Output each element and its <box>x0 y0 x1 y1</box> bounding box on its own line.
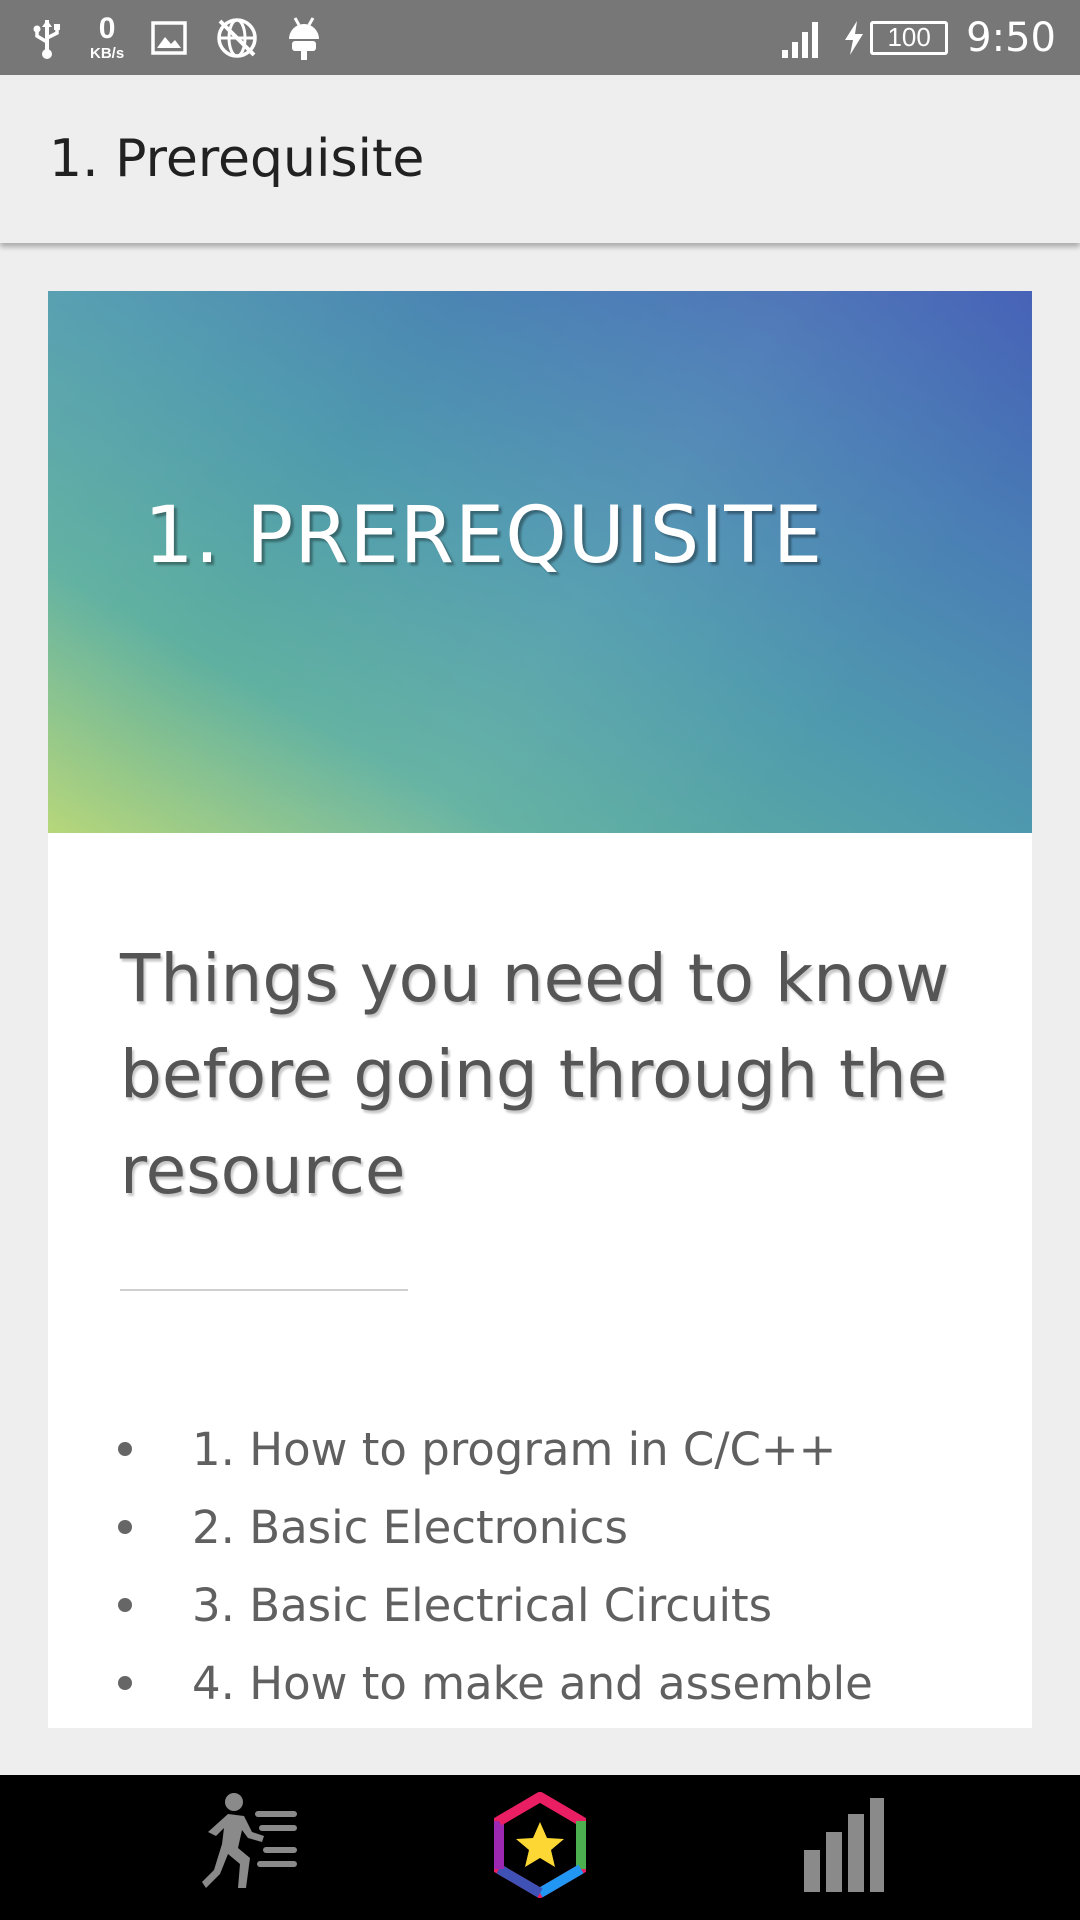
network-speed-unit: KB/s <box>90 45 125 62</box>
banner-title: 1. PREREQUISITE <box>144 491 824 581</box>
divider <box>120 1289 408 1291</box>
list-item-text: 4. How to make and assemble <box>192 1656 873 1710</box>
lesson-banner: 1. PREREQUISITE <box>48 291 1032 833</box>
list-item: 1. How to program in C/C++ <box>48 1410 1032 1488</box>
app-bar: 1. Prerequisite <box>0 75 1080 243</box>
bullet <box>118 1520 132 1534</box>
list-item: 4. How to make and assemble <box>48 1644 1032 1722</box>
page-title: 1. Prerequisite <box>49 129 425 189</box>
no-network-icon <box>214 15 260 61</box>
status-time: 9:50 <box>966 14 1056 61</box>
bar-chart-icon <box>786 1792 886 1903</box>
image-icon <box>150 20 188 56</box>
battery-icon: 100 <box>870 20 949 55</box>
signal-icon <box>778 16 824 60</box>
battery-level: 100 <box>887 22 931 52</box>
bottom-navigation <box>0 1775 1080 1920</box>
list-item-text: 2. Basic Electronics <box>192 1500 628 1554</box>
battery-indicator: 100 <box>842 19 949 57</box>
usb-icon <box>30 16 64 60</box>
lesson-card: 1. PREREQUISITE Things you need to know … <box>48 291 1032 1728</box>
charging-icon <box>842 19 866 57</box>
bullet <box>118 1442 132 1456</box>
list-item: 2. Basic Electronics <box>48 1488 1032 1566</box>
network-speed: 0 KB/s <box>90 12 125 62</box>
content-heading: Things you need to know before going thr… <box>120 940 950 1209</box>
bullet <box>118 1676 132 1690</box>
status-left-icons: 0 KB/s <box>30 0 322 75</box>
network-speed-value: 0 <box>98 12 116 45</box>
nav-favorites-button[interactable] <box>480 1775 600 1920</box>
list-item-text: 1. How to program in C/C++ <box>192 1422 837 1476</box>
list-item: 3. Basic Electrical Circuits <box>48 1566 1032 1644</box>
status-right-icons: 100 9:50 <box>778 0 1056 75</box>
star-hexagon-icon <box>490 1791 590 1903</box>
nav-stats-button[interactable] <box>776 1775 896 1920</box>
running-lessons-icon <box>200 1792 300 1903</box>
status-bar: 0 KB/s 100 9:50 <box>0 0 1080 75</box>
list-item-text: 3. Basic Electrical Circuits <box>192 1578 773 1632</box>
nav-lessons-button[interactable] <box>190 1775 310 1920</box>
bullet <box>118 1598 132 1612</box>
android-debug-icon <box>286 15 322 61</box>
